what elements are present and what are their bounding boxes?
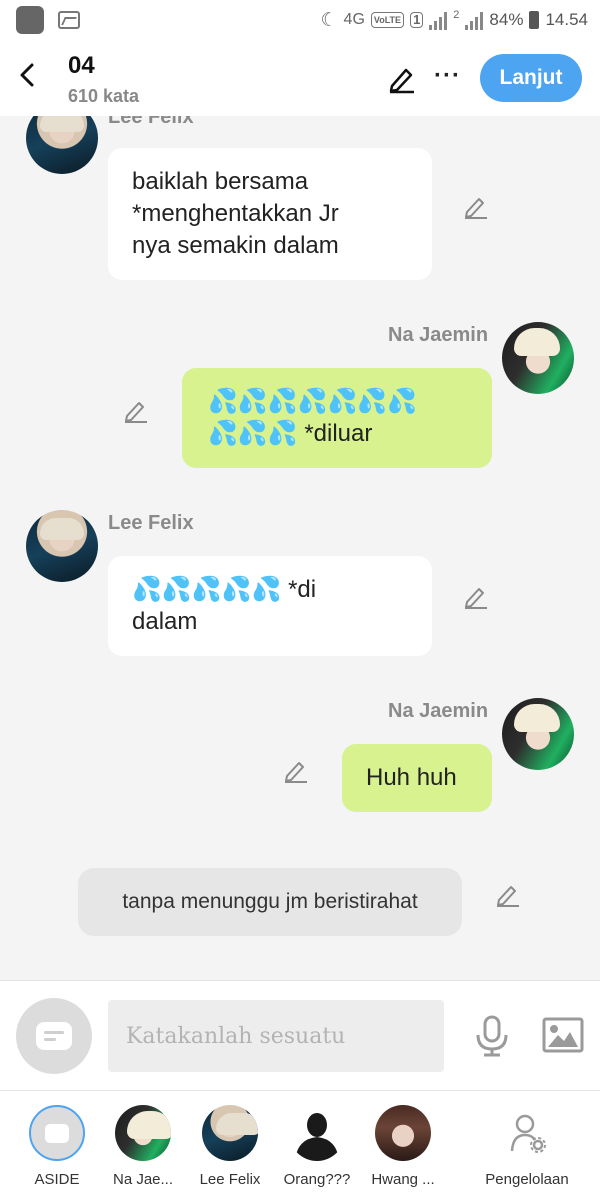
character-label: Hwang ... bbox=[371, 1171, 435, 1188]
signal-sim2-icon bbox=[465, 10, 484, 30]
page-title: 04 bbox=[68, 52, 95, 79]
signal-sim1-icon bbox=[429, 10, 448, 30]
volte-badge: VoLTE bbox=[370, 12, 405, 28]
pencil-icon[interactable] bbox=[122, 396, 150, 424]
network-type: 4G bbox=[343, 11, 365, 28]
message-bubble[interactable]: baiklah bersama *menghentakkan Jr nya se… bbox=[108, 148, 432, 280]
avatar bbox=[202, 1105, 258, 1161]
pencil-icon[interactable] bbox=[462, 582, 490, 610]
character-bar: ASIDE Na Jae... Lee Felix Orang??? Hwang… bbox=[0, 1090, 600, 1200]
character-label: Orang??? bbox=[283, 1171, 351, 1188]
narration-bubble[interactable]: tanpa menunggu jm beristirahat bbox=[78, 868, 462, 936]
message-line: 💦💦💦💦💦 *di bbox=[132, 576, 317, 603]
more-icon[interactable]: ··· bbox=[434, 64, 461, 88]
person-silhouette-icon bbox=[295, 1113, 339, 1161]
character-na-jaemin[interactable]: Na Jae... bbox=[98, 1091, 188, 1200]
character-lee-felix[interactable]: Lee Felix bbox=[185, 1091, 275, 1200]
next-button[interactable]: Lanjut bbox=[480, 54, 582, 102]
message-line: 💦💦💦 *diluar bbox=[208, 420, 373, 447]
sim1-badge: 1 bbox=[410, 12, 424, 28]
aside-toggle-button[interactable] bbox=[16, 998, 92, 1074]
pencil-icon[interactable] bbox=[386, 62, 418, 94]
character-label: ASIDE bbox=[34, 1171, 80, 1188]
image-icon[interactable] bbox=[542, 1017, 584, 1053]
status-bar: ☾ 4G VoLTE 1 2 84% 14.54 bbox=[0, 0, 600, 40]
app-notification-icon bbox=[16, 6, 44, 34]
character-aside[interactable]: ASIDE bbox=[12, 1091, 102, 1200]
clock: 14.54 bbox=[545, 10, 588, 29]
pencil-icon[interactable] bbox=[494, 880, 522, 908]
message-line: dalam bbox=[132, 608, 198, 635]
story-header: 04 610 kata ··· Lanjut bbox=[0, 40, 600, 116]
avatar bbox=[375, 1105, 431, 1161]
message-line: Huh huh bbox=[366, 764, 457, 791]
message-line: 💦💦💦💦💦💦💦 bbox=[208, 388, 418, 415]
battery-percent: 84% bbox=[489, 10, 524, 29]
avatar bbox=[115, 1105, 171, 1161]
character-label: Na Jae... bbox=[112, 1171, 174, 1188]
avatar[interactable] bbox=[26, 116, 98, 174]
sim2-label: 2 bbox=[453, 8, 460, 21]
do-not-disturb-icon: ☾ bbox=[320, 9, 338, 31]
chat-bubble-icon bbox=[36, 1022, 72, 1050]
message-line: baiklah bersama bbox=[132, 168, 309, 195]
sender-name: Lee Felix bbox=[108, 116, 194, 128]
avatar bbox=[29, 1105, 85, 1161]
title-block: 04 610 kata bbox=[68, 52, 139, 107]
microphone-icon[interactable] bbox=[474, 1015, 510, 1057]
sender-name: Na Jaemin bbox=[388, 700, 489, 722]
word-count: 610 kata bbox=[68, 86, 140, 106]
message-line: tanpa menunggu jm beristirahat bbox=[122, 890, 418, 913]
pencil-icon[interactable] bbox=[282, 756, 310, 784]
avatar[interactable] bbox=[26, 510, 98, 582]
character-label: Pengelolaan bbox=[485, 1171, 569, 1188]
manage-user-icon bbox=[510, 1114, 546, 1153]
chat-area[interactable]: Lee Felix baiklah bersama *menghentakkan… bbox=[0, 116, 600, 980]
message-line: nya semakin dalam bbox=[132, 232, 339, 259]
message-input[interactable] bbox=[108, 1000, 444, 1072]
avatar bbox=[289, 1105, 345, 1161]
chat-bubble-icon bbox=[45, 1124, 69, 1143]
sender-name: Lee Felix bbox=[108, 512, 194, 534]
battery-icon bbox=[529, 11, 540, 29]
message-bubble[interactable]: 💦💦💦💦💦 *di dalam bbox=[108, 556, 432, 656]
message-bubble[interactable]: Huh huh bbox=[342, 744, 492, 812]
message-line: *menghentakkan Jr bbox=[132, 200, 339, 227]
character-management[interactable]: Pengelolaan bbox=[482, 1091, 572, 1200]
character-label: Lee Felix bbox=[199, 1171, 261, 1188]
back-arrow-icon[interactable] bbox=[14, 60, 44, 90]
avatar[interactable] bbox=[502, 322, 574, 394]
message-bubble[interactable]: 💦💦💦💦💦💦💦 💦💦💦 *diluar bbox=[182, 368, 492, 468]
pencil-icon[interactable] bbox=[462, 192, 490, 220]
status-indicators: ☾ 4G VoLTE 1 2 84% 14.54 bbox=[321, 9, 589, 32]
character-orang[interactable]: Orang??? bbox=[272, 1091, 362, 1200]
input-bar bbox=[0, 980, 600, 1090]
gallery-notification-icon bbox=[58, 11, 80, 29]
avatar[interactable] bbox=[502, 698, 574, 770]
character-hwang[interactable]: Hwang ... bbox=[358, 1091, 448, 1200]
sender-name: Na Jaemin bbox=[388, 324, 489, 346]
